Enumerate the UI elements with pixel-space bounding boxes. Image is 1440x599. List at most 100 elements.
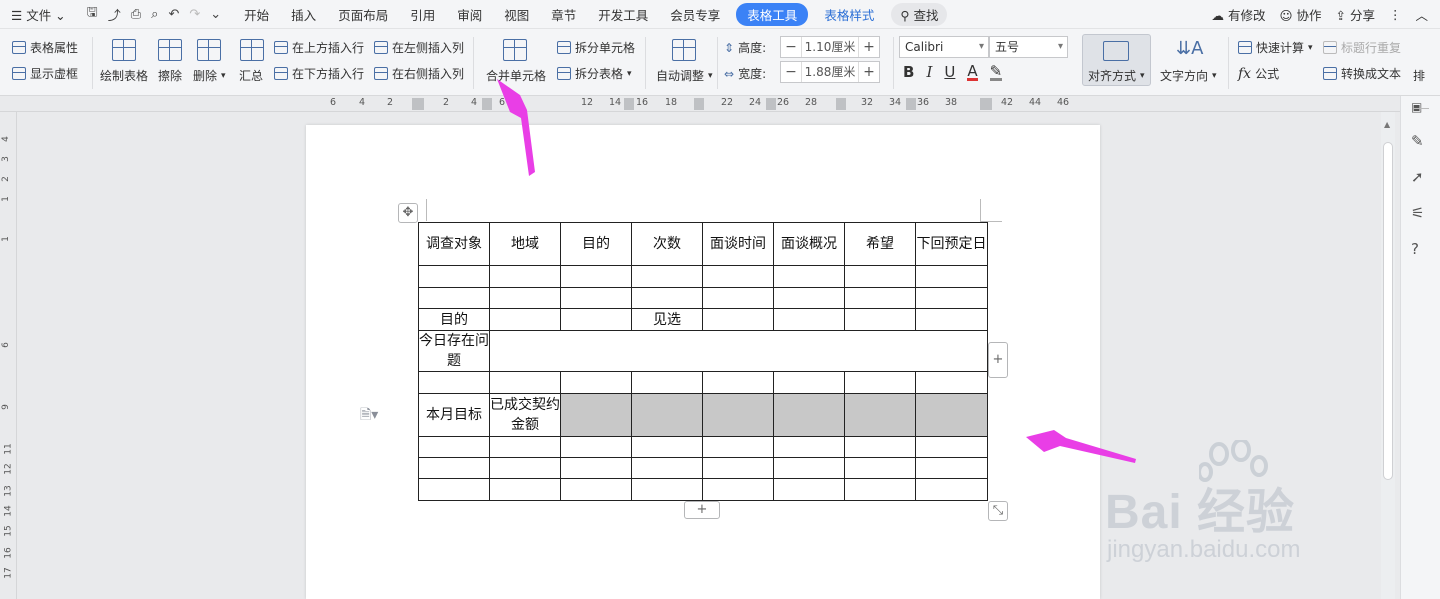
italic-icon[interactable]: I (926, 63, 932, 81)
table-cell[interactable]: 下回预定日 (915, 222, 988, 266)
insert-col-right-button[interactable]: 在右侧插入列 (374, 65, 464, 82)
repeat-header-button[interactable]: 标题行重复 (1323, 39, 1401, 56)
table-cell[interactable] (631, 478, 703, 501)
formula-button[interactable]: fx 公式 (1238, 65, 1279, 82)
undo-icon[interactable]: ↶ (168, 7, 179, 22)
table-cell[interactable] (702, 457, 774, 479)
more-icon[interactable]: ⌄ (210, 7, 221, 22)
insert-row-below-button[interactable]: 在下方插入行 (274, 65, 364, 82)
table-cell[interactable] (418, 457, 490, 479)
font-name-select[interactable]: Calibri (899, 36, 989, 58)
table-cell[interactable] (489, 308, 561, 331)
table-props-button[interactable]: 表格属性 (12, 39, 78, 56)
print-preview-icon[interactable]: ⌕ (151, 7, 158, 22)
table-cell[interactable] (702, 478, 774, 501)
table-cell[interactable]: 次数 (631, 222, 703, 266)
erase-button[interactable]: 擦除 (158, 67, 182, 84)
selected-cell[interactable] (560, 393, 632, 437)
tab-member[interactable]: 会员专享 (659, 5, 731, 24)
table-cell[interactable] (631, 457, 703, 479)
table-cell[interactable]: 本月目标 (418, 393, 490, 437)
table-cell[interactable] (702, 308, 774, 331)
table-cell[interactable] (915, 478, 988, 501)
table-cell[interactable] (560, 308, 632, 331)
table-cell[interactable]: 今日存在问题 (418, 330, 490, 372)
table-cell[interactable] (702, 371, 774, 394)
table-cell[interactable] (773, 287, 845, 309)
table-cell[interactable] (631, 287, 703, 309)
selected-cell[interactable] (631, 393, 703, 437)
table-cell[interactable] (915, 308, 988, 331)
redo-icon[interactable]: ↷ (189, 7, 200, 22)
quick-calc-button[interactable]: 快速计算 ▾ (1238, 39, 1313, 56)
delete-button[interactable]: 删除 ▾ (193, 67, 226, 84)
table-cell[interactable] (489, 436, 561, 458)
collapse-ribbon-icon[interactable]: ︿ (1415, 5, 1428, 24)
merge-cells-button[interactable]: 合并单元格 (486, 67, 546, 84)
settings-sliders-icon[interactable]: ⚟ (1411, 204, 1424, 222)
table-cell[interactable]: 面谈概况 (773, 222, 845, 266)
table-cell[interactable]: 见选 (631, 308, 703, 331)
insert-row-above-button[interactable]: 在上方插入行 (274, 39, 364, 56)
table-cell[interactable] (844, 436, 916, 458)
table-cell[interactable] (915, 436, 988, 458)
file-menu[interactable]: ☰ 文件 ⌄ (0, 5, 77, 24)
table-cell[interactable]: 地域 (489, 222, 561, 266)
table-cell[interactable] (773, 371, 845, 394)
table-cell[interactable] (844, 478, 916, 501)
more-options-icon[interactable]: ⋮ (1389, 7, 1402, 22)
show-grid-button[interactable]: 显示虚框 (12, 65, 78, 82)
table-cell[interactable] (631, 265, 703, 288)
table-cell[interactable]: 调查对象 (418, 222, 490, 266)
edit-pen-icon[interactable]: ✎ (1411, 132, 1424, 150)
increase-height-button[interactable]: + (859, 39, 879, 55)
table-cell[interactable] (915, 265, 988, 288)
convert-text-button[interactable]: 转换成文本 (1323, 65, 1401, 82)
panel-toggle-icon[interactable]: ▣ (1411, 100, 1422, 114)
tab-review[interactable]: 审阅 (446, 5, 493, 24)
help-icon[interactable]: ? (1411, 240, 1419, 258)
merged-cell[interactable] (489, 330, 988, 372)
tab-table-style[interactable]: 表格样式 (813, 5, 885, 24)
table-cell[interactable] (631, 436, 703, 458)
tab-layout[interactable]: 页面布局 (327, 5, 399, 24)
table-cell[interactable] (773, 436, 845, 458)
table-cell[interactable] (489, 287, 561, 309)
table-cell[interactable] (489, 371, 561, 394)
table-cell[interactable] (773, 457, 845, 479)
select-cursor-icon[interactable]: ➚ (1411, 168, 1424, 186)
draw-table-button[interactable]: 绘制表格 (100, 67, 148, 84)
add-row-button[interactable]: + (684, 501, 720, 519)
tab-references[interactable]: 引用 (399, 5, 446, 24)
split-cells-button[interactable]: 拆分单元格 (557, 39, 635, 56)
increase-width-button[interactable]: + (859, 64, 879, 80)
auto-adjust-button[interactable]: 自动调整 ▾ (656, 67, 713, 84)
table-cell[interactable] (418, 287, 490, 309)
document-table[interactable]: 调查对象 地域 目的 次数 面谈时间 面谈概况 希望 下回预定日 目的 见选 今… (418, 222, 988, 501)
table-cell[interactable] (773, 308, 845, 331)
height-stepper[interactable]: − 1.10厘米 + (780, 36, 880, 58)
table-cell[interactable] (560, 287, 632, 309)
table-cell[interactable] (418, 371, 490, 394)
font-size-select[interactable]: 五号 (989, 36, 1068, 58)
resize-table-handle[interactable]: ⤡ (988, 501, 1008, 521)
decrease-height-button[interactable]: − (781, 39, 801, 55)
text-direction-button[interactable]: 文字方向 ▾ (1160, 67, 1217, 84)
table-cell[interactable] (915, 287, 988, 309)
scroll-up-icon[interactable]: ▲ (1384, 120, 1390, 129)
table-cell[interactable] (844, 457, 916, 479)
table-cell[interactable]: 已成交契约金额 (489, 393, 561, 437)
height-input[interactable]: 1.10厘米 (801, 37, 859, 57)
table-cell[interactable] (773, 478, 845, 501)
table-cell[interactable] (560, 436, 632, 458)
table-cell[interactable] (915, 371, 988, 394)
collab-button[interactable]: ☺ 协作 (1279, 5, 1321, 24)
table-cell[interactable] (631, 371, 703, 394)
table-cell[interactable] (560, 265, 632, 288)
table-cell[interactable] (844, 287, 916, 309)
modified-button[interactable]: ☁ 有修改 (1211, 5, 1265, 24)
tab-start[interactable]: 开始 (233, 5, 280, 24)
selected-cell[interactable] (773, 393, 845, 437)
summary-button[interactable]: 汇总 (239, 67, 263, 84)
split-table-button[interactable]: 拆分表格 ▾ (557, 65, 632, 82)
